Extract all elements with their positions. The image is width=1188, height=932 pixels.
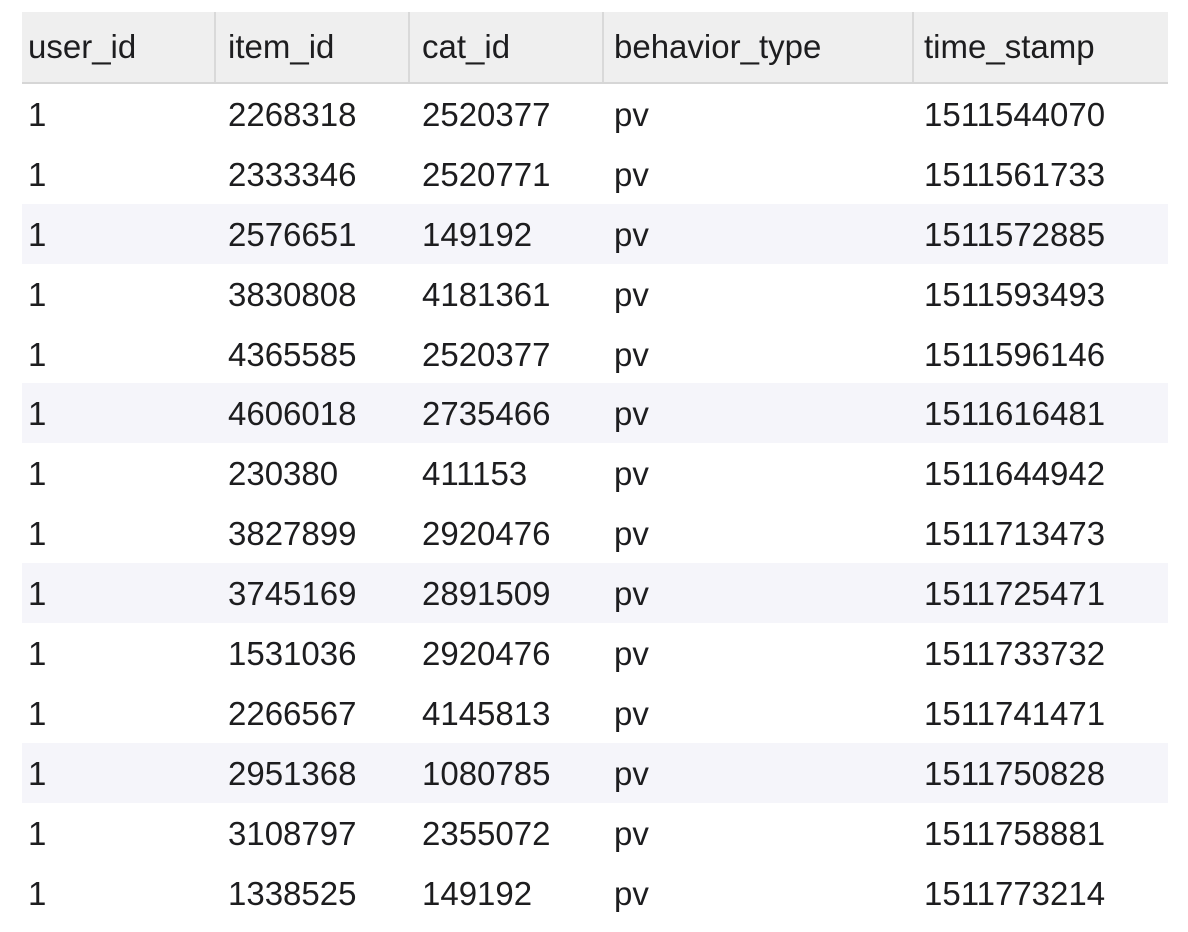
cell-behavior-type[interactable]: pv [614, 264, 649, 324]
cell-user-id[interactable]: 1 [28, 443, 46, 503]
column-header-time-stamp[interactable]: time_stamp [912, 12, 1095, 82]
cell-behavior-type[interactable]: pv [614, 383, 649, 443]
cell-item-id[interactable]: 2576651 [228, 204, 356, 264]
cell-behavior-type[interactable]: pv [614, 204, 649, 264]
cell-user-id[interactable]: 1 [28, 683, 46, 743]
table-row[interactable]: 1 1338525 149192 pv 1511773214 [22, 863, 1168, 923]
cell-item-id[interactable]: 230380 [228, 443, 338, 503]
cell-user-id[interactable]: 1 [28, 743, 46, 803]
cell-behavior-type[interactable]: pv [614, 503, 649, 563]
cell-time-stamp[interactable]: 1511741471 [924, 683, 1105, 743]
table-row[interactable]: 1 2268318 2520377 pv 1511544070 [22, 84, 1168, 144]
cell-item-id[interactable]: 4365585 [228, 324, 356, 384]
cell-time-stamp[interactable]: 1511572885 [924, 204, 1105, 264]
cell-time-stamp[interactable]: 1511725471 [924, 563, 1105, 623]
table-row[interactable]: 1 1531036 2920476 pv 1511733732 [22, 623, 1168, 683]
table-body: 1 2268318 2520377 pv 1511544070 1 2333346 25207… [22, 84, 1168, 922]
cell-time-stamp[interactable]: 1511758881 [924, 803, 1105, 863]
cell-item-id[interactable]: 3108797 [228, 803, 356, 863]
cell-cat-id[interactable]: 2735466 [422, 383, 550, 443]
column-header-cat-id[interactable]: cat_id [408, 12, 510, 82]
column-header-row: user_id item_id cat_id behavior_type tim… [22, 12, 1168, 84]
table-row[interactable]: 1 2266567 4145813 pv 1511741471 [22, 683, 1168, 743]
table-row[interactable]: 1 4365585 2520377 pv 1511596146 [22, 324, 1168, 384]
cell-behavior-type[interactable]: pv [614, 84, 649, 144]
cell-cat-id[interactable]: 2520771 [422, 144, 550, 204]
cell-behavior-type[interactable]: pv [614, 743, 649, 803]
cell-behavior-type[interactable]: pv [614, 803, 649, 863]
cell-behavior-type[interactable]: pv [614, 443, 649, 503]
cell-behavior-type[interactable]: pv [614, 683, 649, 743]
column-header-behavior-type[interactable]: behavior_type [602, 12, 821, 82]
cell-behavior-type[interactable]: pv [614, 144, 649, 204]
cell-time-stamp[interactable]: 1511544070 [924, 84, 1105, 144]
table-row[interactable]: 1 230380 411153 pv 1511644942 [22, 443, 1168, 503]
table-row[interactable]: 1 2951368 1080785 pv 1511750828 [22, 742, 1168, 803]
cell-item-id[interactable]: 3827899 [228, 503, 356, 563]
cell-cat-id[interactable]: 2920476 [422, 623, 550, 683]
cell-cat-id[interactable]: 2355072 [422, 803, 550, 863]
table-row[interactable]: 1 3108797 2355072 pv 1511758881 [22, 803, 1168, 863]
cell-item-id[interactable]: 1531036 [228, 623, 356, 683]
cell-cat-id[interactable]: 4145813 [422, 683, 550, 743]
cell-item-id[interactable]: 1338525 [228, 863, 356, 923]
cell-cat-id[interactable]: 4181361 [422, 264, 550, 324]
table-row[interactable]: 1 2333346 2520771 pv 1511561733 [22, 144, 1168, 204]
column-header-user-id[interactable]: user_id [22, 12, 136, 82]
cell-cat-id[interactable]: 411153 [422, 443, 527, 503]
cell-item-id[interactable]: 2333346 [228, 144, 356, 204]
cell-user-id[interactable]: 1 [28, 383, 46, 443]
cell-user-id[interactable]: 1 [28, 264, 46, 324]
results-grid: user_id item_id cat_id behavior_type tim… [22, 12, 1168, 922]
cell-cat-id[interactable]: 149192 [422, 863, 532, 923]
cell-time-stamp[interactable]: 1511733732 [924, 623, 1105, 683]
cell-cat-id[interactable]: 2920476 [422, 503, 550, 563]
cell-user-id[interactable]: 1 [28, 863, 46, 923]
cell-cat-id[interactable]: 149192 [422, 204, 532, 264]
table-row[interactable]: 1 3830808 4181361 pv 1511593493 [22, 264, 1168, 324]
cell-user-id[interactable]: 1 [28, 503, 46, 563]
cell-user-id[interactable]: 1 [28, 623, 46, 683]
table-row[interactable]: 1 3827899 2920476 pv 1511713473 [22, 503, 1168, 563]
table-row[interactable]: 1 2576651 149192 pv 1511572885 [22, 203, 1168, 264]
cell-behavior-type[interactable]: pv [614, 324, 649, 384]
cell-time-stamp[interactable]: 1511644942 [924, 443, 1105, 503]
cell-cat-id[interactable]: 1080785 [422, 743, 550, 803]
cell-user-id[interactable]: 1 [28, 563, 46, 623]
cell-item-id[interactable]: 2951368 [228, 743, 356, 803]
cell-user-id[interactable]: 1 [28, 144, 46, 204]
cell-item-id[interactable]: 2268318 [228, 84, 356, 144]
column-header-item-id[interactable]: item_id [214, 12, 334, 82]
cell-cat-id[interactable]: 2891509 [422, 563, 550, 623]
table-row[interactable]: 1 3745169 2891509 pv 1511725471 [22, 563, 1168, 624]
cell-behavior-type[interactable]: pv [614, 563, 649, 623]
cell-time-stamp[interactable]: 1511616481 [924, 383, 1105, 443]
cell-user-id[interactable]: 1 [28, 204, 46, 264]
cell-behavior-type[interactable]: pv [614, 863, 649, 923]
table-row[interactable]: 1 4606018 2735466 pv 1511616481 [22, 383, 1168, 444]
cell-time-stamp[interactable]: 1511750828 [924, 743, 1105, 803]
cell-cat-id[interactable]: 2520377 [422, 84, 550, 144]
cell-time-stamp[interactable]: 1511773214 [924, 863, 1105, 923]
cell-item-id[interactable]: 3830808 [228, 264, 356, 324]
cell-user-id[interactable]: 1 [28, 84, 46, 144]
cell-item-id[interactable]: 3745169 [228, 563, 356, 623]
cell-item-id[interactable]: 2266567 [228, 683, 356, 743]
cell-item-id[interactable]: 4606018 [228, 383, 356, 443]
cell-time-stamp[interactable]: 1511713473 [924, 503, 1105, 563]
cell-time-stamp[interactable]: 1511593493 [924, 264, 1105, 324]
cell-time-stamp[interactable]: 1511561733 [924, 144, 1105, 204]
cell-behavior-type[interactable]: pv [614, 623, 649, 683]
cell-user-id[interactable]: 1 [28, 324, 46, 384]
cell-user-id[interactable]: 1 [28, 803, 46, 863]
cell-cat-id[interactable]: 2520377 [422, 324, 550, 384]
cell-time-stamp[interactable]: 1511596146 [924, 324, 1105, 384]
